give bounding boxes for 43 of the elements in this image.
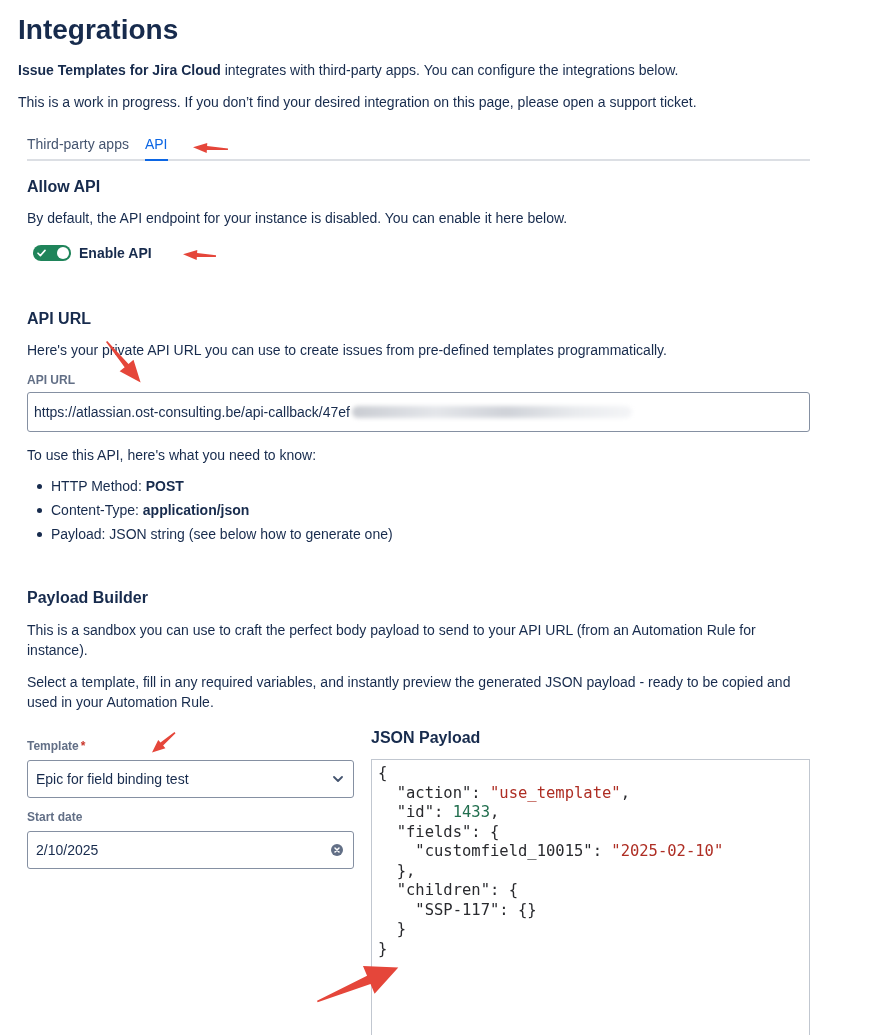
field-label: Start date [27,809,83,825]
section-description: By default, the API endpoint for your instance is disabled. You can enable it here below. [27,209,569,228]
requirement-text: Content-Type: application/json [51,501,250,520]
code-line: "fields": { [395,822,501,842]
section-heading: Allow API [27,177,102,197]
note-text: This is a work in progress. If you don’t find your desired integration on this page, please open a support ticket. [18,93,698,112]
usage-intro: To use this API, here's what you need to know: [27,446,318,465]
code-line: "SSP-117": {} [414,900,538,920]
bullet-icon [37,483,42,489]
toggle-label: Enable API [79,244,152,263]
section-heading: API URL [27,309,92,329]
requirement-text: HTTP Method: POST [51,477,184,496]
url-input[interactable]: https://atlassian.ost-consulting.be/api-callback/47ef [27,392,810,432]
code-line: }, [395,861,417,881]
code-line: "customfield_10015": "2025-02-10" [414,842,725,862]
section-description: Select a template, fill in any required variables, and instantly preview the generated JSON payload - ready to be copied and used in your Automation Rule. [27,673,792,712]
code-line: "action": "use_template", [395,783,631,803]
bullet-icon [37,507,42,513]
template-select[interactable]: Epic for field binding test [27,760,354,798]
tab[interactable]: API [144,128,168,161]
code-line: } [395,920,407,940]
section-heading: Payload Builder [27,588,149,608]
date-input[interactable]: 2/10/2025 [27,831,354,869]
clear-icon[interactable] [331,844,343,856]
annotation-arrow [152,732,176,753]
page-title: Integrations [18,14,180,46]
bullet-icon [37,531,42,537]
code-line: { [378,764,389,784]
code-line: "id": 1433, [395,803,501,823]
section-heading: JSON Payload [371,728,482,748]
field-label: API URL [27,372,75,388]
annotation-arrow [193,142,229,153]
check-icon [37,249,46,257]
requirement-text: Payload: JSON string (see below how to generate one) [51,525,393,544]
code-line: } [378,939,389,959]
section-description: This is a sandbox you can use to craft the perfect body payload to send to your API URL (from an Automation Rule for instance). [27,621,757,660]
intro-text: Issue Templates for Jira Cloud integrates with third-party apps. You can configure the integrations below. [18,61,680,80]
code-line: "children": { [395,881,519,901]
field-label: Template * [27,738,86,754]
annotation-arrow [183,249,217,260]
tab[interactable]: Third-party apps [27,128,129,161]
enable-api-toggle[interactable] [33,245,71,261]
chevron-down-icon [333,776,343,782]
